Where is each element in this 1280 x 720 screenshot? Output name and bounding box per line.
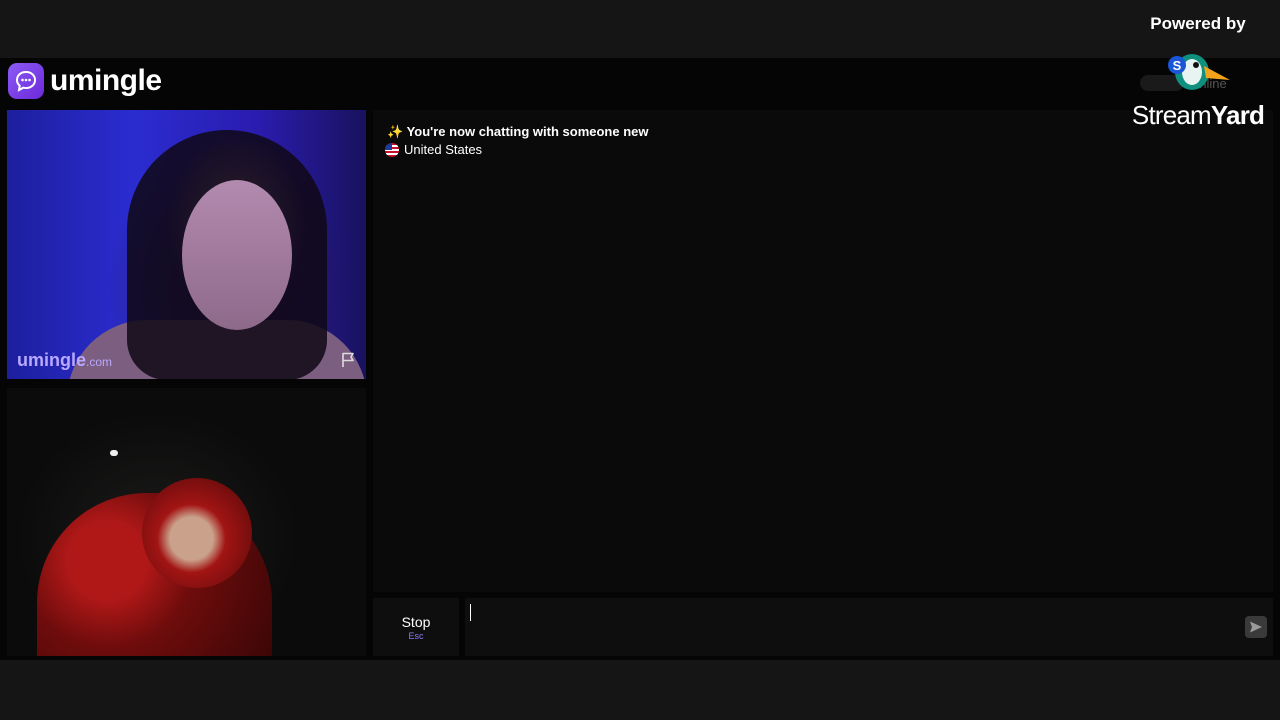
watermark-name: umingle [17,350,87,370]
svg-text:S: S [1173,58,1182,73]
top-bar [0,0,1280,58]
video-watermark: umingle.com [17,350,112,371]
watermark-domain: .com [86,355,113,369]
powered-by-label: Powered by [1150,14,1246,33]
flag-icon[interactable] [340,351,358,369]
self-video [7,388,366,656]
system-message: ✨ You're now chatting with someone new [387,124,649,139]
text-caret [470,604,471,621]
site-logo[interactable]: umingle [8,63,162,99]
stop-label: Stop [401,613,431,630]
message-input[interactable] [465,598,1273,656]
self-background-light [110,450,118,456]
send-arrow-icon [1250,621,1262,633]
logo-text: umingle [50,64,162,97]
stream-word: Stream [1131,100,1212,130]
stop-shortcut-hint: Esc [408,630,424,641]
country-label: United States [404,142,483,157]
send-button[interactable] [1245,616,1267,638]
streamyard-overlay: Powered by S StreamYard [1120,14,1276,132]
streamyard-wordmark: StreamYard [1120,100,1276,131]
bottom-bar [0,660,1280,720]
streamyard-duck-logo: S [1168,54,1230,90]
stranger-video: umingle.com [7,110,366,379]
stranger-figure-face [182,180,292,330]
chat-bubble-icon [8,63,44,99]
stop-button[interactable]: Stop Esc [373,598,459,656]
self-figure-head [142,478,252,588]
partner-country: United States [385,142,482,157]
yard-word: Yard [1210,100,1265,130]
chat-panel: ✨ You're now chatting with someone new U… [373,110,1273,592]
us-flag-icon [385,142,399,157]
